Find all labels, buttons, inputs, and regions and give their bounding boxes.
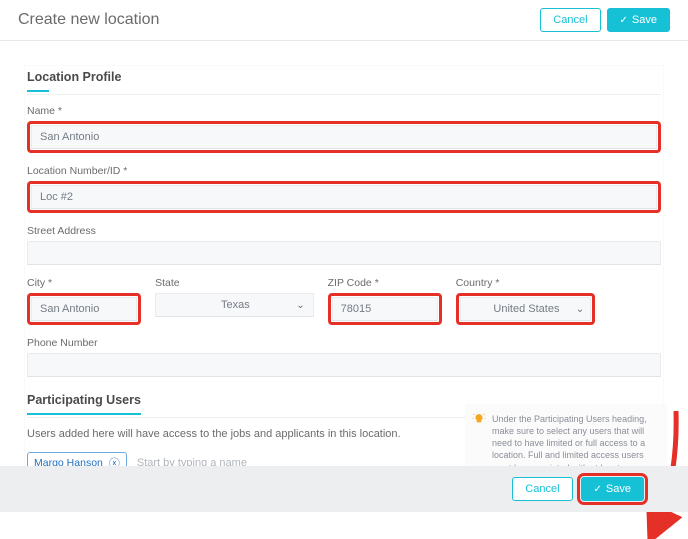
name-label: Name * <box>27 105 661 117</box>
footer-bar: Cancel ✓ Save <box>0 466 688 512</box>
highlight-zip <box>328 293 442 325</box>
state-field: State Texas ⌄ <box>155 277 314 325</box>
zip-label: ZIP Code * <box>328 277 442 289</box>
name-input[interactable] <box>31 125 657 149</box>
footer-save-label: Save <box>606 483 631 495</box>
city-input[interactable] <box>31 297 137 321</box>
state-label: State <box>155 277 314 289</box>
highlight-city <box>27 293 141 325</box>
check-icon: ✓ <box>594 484 602 495</box>
state-select[interactable]: Texas ⌄ <box>155 293 314 317</box>
phone-field: Phone Number <box>27 337 661 377</box>
cancel-button[interactable]: Cancel <box>540 8 600 32</box>
highlight-country: United States ⌄ <box>456 293 595 325</box>
section-title-profile: Location Profile <box>27 66 121 92</box>
zip-input[interactable] <box>332 297 438 321</box>
footer-save-button[interactable]: ✓ Save <box>581 477 644 501</box>
state-value: Texas <box>221 299 250 311</box>
city-field: City * <box>27 277 141 325</box>
phone-label: Phone Number <box>27 337 661 349</box>
locnum-label: Location Number/ID * <box>27 165 661 177</box>
lightbulb-icon <box>472 413 486 427</box>
country-label: Country * <box>456 277 595 289</box>
header-actions: Cancel ✓ Save <box>540 8 670 32</box>
street-label: Street Address <box>27 225 661 237</box>
phone-input[interactable] <box>27 353 661 377</box>
form-canvas: Location Profile Name * Location Number/… <box>0 41 688 512</box>
section-divider <box>27 94 661 95</box>
country-select[interactable]: United States ⌄ <box>460 297 591 321</box>
location-profile-section: Location Profile Name * Location Number/… <box>25 66 663 377</box>
address-row: City * State Texas ⌄ ZIP Code * <box>27 277 661 337</box>
check-icon: ✓ <box>620 15 628 26</box>
country-field: Country * United States ⌄ <box>456 277 595 325</box>
street-field: Street Address <box>27 225 661 265</box>
locnum-field: Location Number/ID * <box>27 165 661 213</box>
save-button-label: Save <box>632 14 657 26</box>
street-input[interactable] <box>27 241 661 265</box>
section-title-users: Participating Users <box>27 389 141 415</box>
chevron-down-icon: ⌄ <box>296 300 304 311</box>
highlight-locnum <box>27 181 661 213</box>
locnum-input[interactable] <box>31 185 657 209</box>
save-button[interactable]: ✓ Save <box>607 8 670 32</box>
highlight-name <box>27 121 661 153</box>
country-value: United States <box>493 303 559 315</box>
header-bar: Create new location Cancel ✓ Save <box>0 0 688 41</box>
zip-field: ZIP Code * <box>328 277 442 325</box>
footer-cancel-button[interactable]: Cancel <box>512 477 572 501</box>
spacer <box>609 277 661 337</box>
city-label: City * <box>27 277 141 289</box>
name-field: Name * <box>27 105 661 153</box>
chevron-down-icon: ⌄ <box>576 304 584 315</box>
page-title: Create new location <box>18 11 159 29</box>
